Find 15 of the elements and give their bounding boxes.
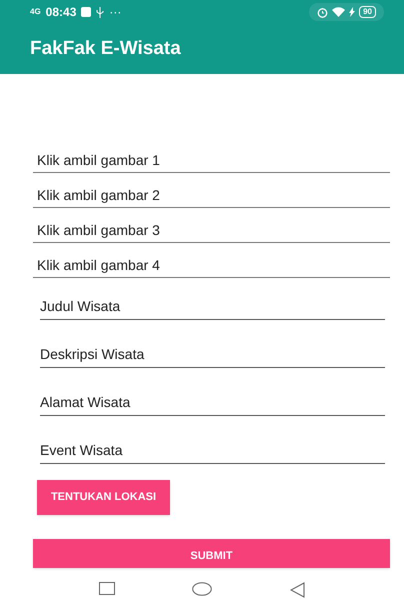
clock: 08:43 (46, 4, 76, 21)
image-picker[interactable]: Klik ambil gambar 4 (33, 243, 390, 278)
input-field[interactable]: Deskripsi Wisata (40, 344, 385, 368)
submit-button[interactable]: SUBMIT (33, 539, 390, 568)
input-field[interactable]: Event Wisata (40, 440, 385, 464)
input-field[interactable]: Judul Wisata (40, 296, 385, 320)
more-notifications: ··· (109, 4, 122, 21)
image-picker[interactable]: Klik ambil gambar 3 (33, 208, 390, 243)
location-button[interactable]: TENTUKAN LOKASI (37, 480, 170, 515)
image-picker[interactable]: Klik ambil gambar 2 (33, 173, 390, 208)
app-title: FakFak E-Wisata (30, 36, 181, 61)
image-picker[interactable]: Klik ambil gambar 1 (33, 138, 390, 173)
network-indicator: 4G (30, 8, 41, 16)
battery-level: 90 (359, 6, 376, 18)
input-field[interactable]: Alamat Wisata (40, 392, 385, 416)
